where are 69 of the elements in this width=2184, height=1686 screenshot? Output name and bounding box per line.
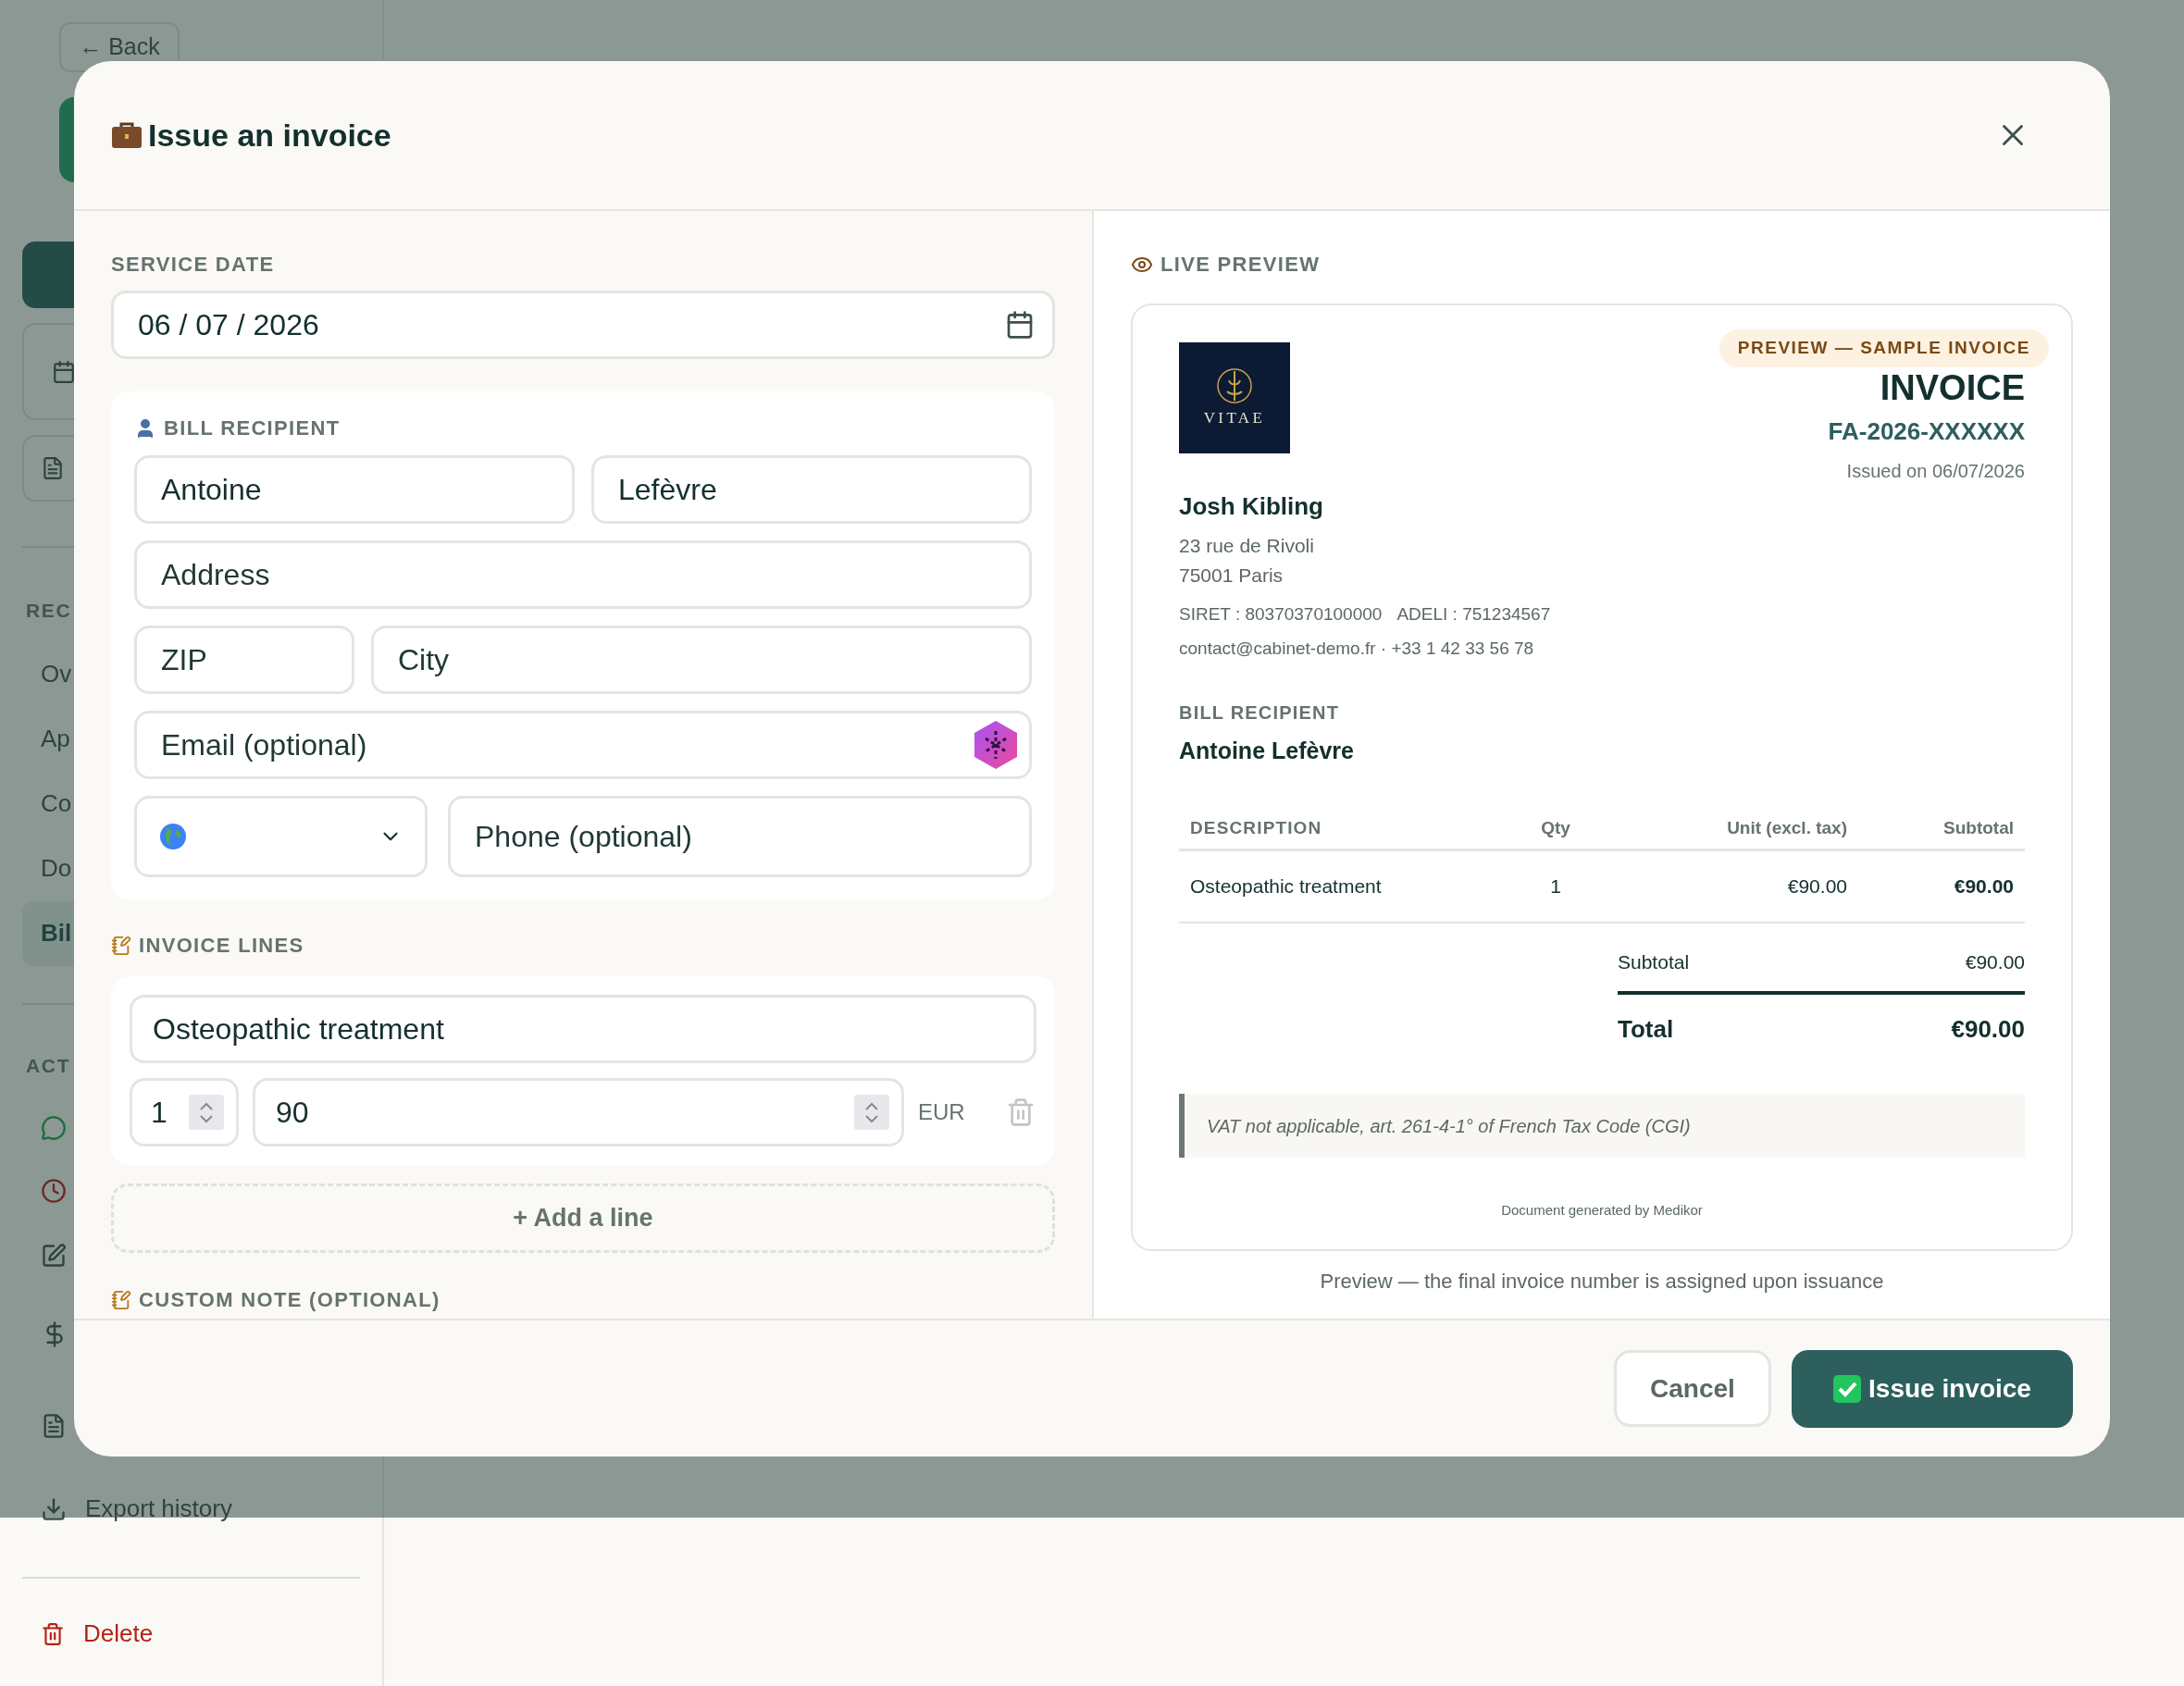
hexagon-icon[interactable] [973, 720, 1019, 770]
section-label: CUSTOM NOTE (OPTIONAL) [139, 1287, 441, 1313]
cancel-button[interactable]: Cancel [1614, 1350, 1771, 1427]
chat-icon[interactable] [41, 1115, 67, 1141]
price-field[interactable]: 90 [253, 1078, 904, 1147]
spinner-icon[interactable] [189, 1095, 224, 1130]
calendar-icon [52, 359, 76, 384]
total-label: Total [1618, 1014, 1674, 1045]
section-label: INVOICE LINES [139, 933, 304, 959]
document-icon [41, 456, 65, 480]
preview-badge: PREVIEW — SAMPLE INVOICE [1719, 329, 2049, 367]
notepad-icon [111, 1290, 131, 1310]
briefcase-icon [111, 121, 143, 149]
vat-note: VAT not applicable, art. 261-4-1° of French Tax Code (CGI) [1179, 1094, 2025, 1158]
download-icon [41, 1495, 67, 1522]
clinic-logo: VITAE [1179, 342, 1290, 453]
issue-invoice-button[interactable]: Issue invoice [1792, 1349, 2073, 1428]
generated-by-text: Document generated by Medikor [1501, 1201, 1703, 1220]
city-field[interactable]: City [371, 626, 1032, 694]
field-label: SERVICE DATE [111, 252, 275, 278]
edit-icon[interactable] [41, 1243, 67, 1269]
add-line-button[interactable]: + Add a line [111, 1184, 1055, 1253]
table-cell-text: €90.00 [1786, 874, 1847, 899]
section-heading: ACT [25, 1053, 71, 1078]
column-header: Qty [1540, 816, 1571, 839]
spinner-icon[interactable] [854, 1095, 889, 1130]
date-field[interactable]: 06 / 07 / 2026 [111, 291, 1055, 359]
currency-label: EUR [918, 1098, 966, 1126]
contact-line: contact@cabinet-demo.fr · +33 1 42 33 56 78 [1179, 637, 1535, 660]
zip-field[interactable]: ZIP [134, 626, 354, 694]
column-header: Subtotal [1942, 816, 2014, 839]
section-label: BILL RECIPIENT [164, 415, 341, 441]
total-value: €90.00 [1965, 949, 2025, 974]
registration-number: SIRET : 80370370100000 [1179, 602, 1383, 626]
dialog-title: Issue an invoice [148, 116, 391, 155]
recipient-name: Antoine Lefèvre [1179, 737, 1355, 763]
section-heading: REC [25, 599, 72, 623]
section-label: LIVE PREVIEW [1160, 252, 1321, 278]
total-label: Subtotal [1618, 949, 1690, 974]
description-field[interactable]: Osteopathic treatment [130, 995, 1036, 1063]
preview-caption: Preview — the final invoice number is assigned upon issuance [1320, 1268, 1884, 1295]
globe-icon [159, 823, 187, 850]
table-cell-text: Osteopathic treatment [1190, 874, 1383, 899]
practitioner-name: Josh Kibling [1179, 491, 1324, 520]
delete-icon [41, 1621, 65, 1646]
address-field[interactable]: Address [134, 540, 1032, 609]
notepad-icon [111, 936, 131, 956]
table-cell-text: 1 [1549, 874, 1562, 899]
issue-date: Issued on 06/07/2026 [1846, 459, 2025, 483]
address-line: 75001 Paris [1179, 563, 1284, 588]
clock-icon[interactable] [41, 1178, 67, 1204]
export-history-link[interactable]: Export history [85, 1491, 232, 1527]
table-cell-text: €90.00 [1953, 874, 2014, 899]
column-header: Unit (excl. tax) [1726, 816, 1847, 839]
calendar-icon[interactable] [1005, 310, 1035, 340]
total-value: €90.00 [1951, 1014, 2025, 1045]
first-name-field[interactable]: Antoine [134, 455, 575, 524]
last-name-field[interactable]: Lefèvre [591, 455, 1032, 524]
invoice-title: INVOICE [1880, 366, 2025, 408]
delete-link[interactable]: Delete [83, 1616, 154, 1652]
registration-number: ADELI : 751234567 [1396, 602, 1551, 626]
column-header: DESCRIPTION [1190, 816, 1323, 839]
email-field[interactable]: Email (optional) [134, 711, 1032, 779]
address-line: 23 rue de Rivoli [1179, 533, 1315, 558]
phone-field[interactable]: Phone (optional) [448, 796, 1032, 877]
check-icon [1833, 1374, 1862, 1403]
country-select[interactable] [134, 796, 428, 877]
invoice-number: FA-2026-XXXXXX [1828, 415, 2025, 447]
section-label: BILL RECIPIENT [1179, 700, 1341, 725]
